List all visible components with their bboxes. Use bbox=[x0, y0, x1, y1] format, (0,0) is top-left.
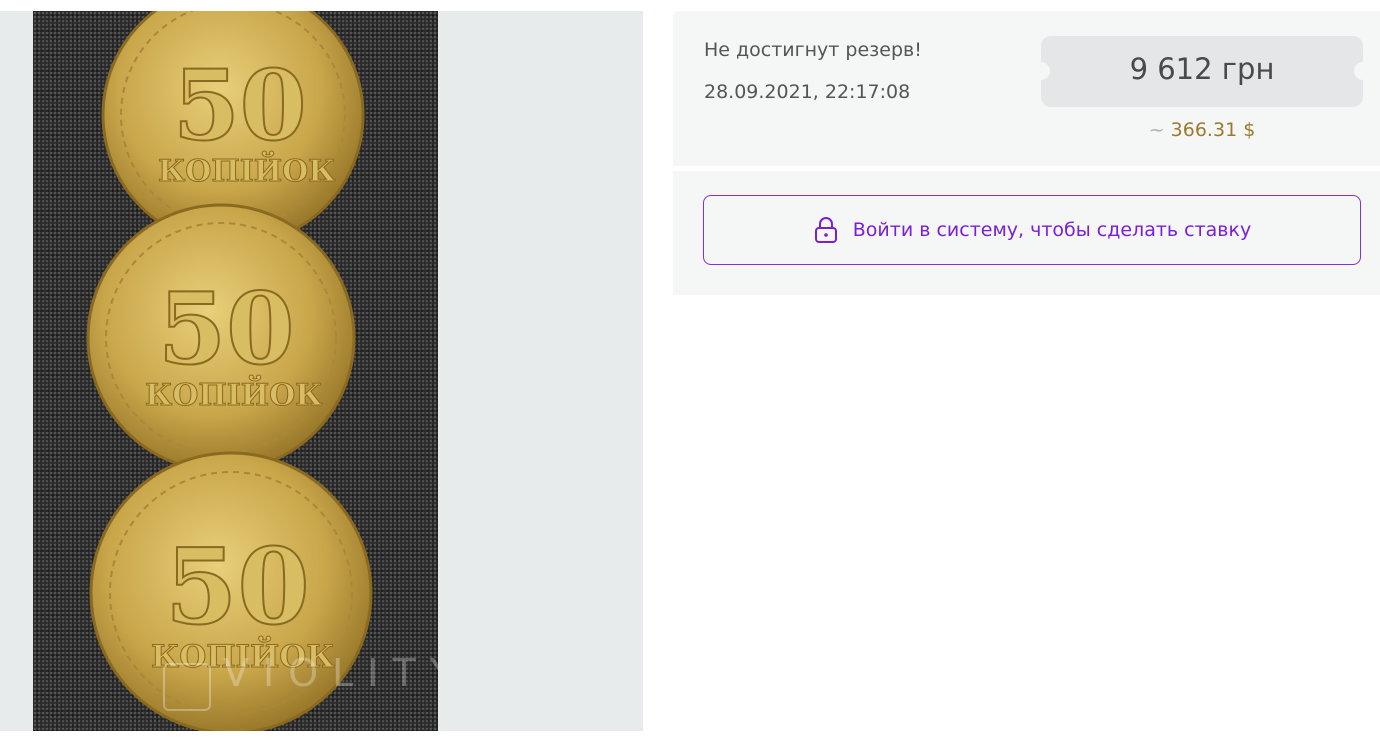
lock-icon bbox=[814, 217, 837, 243]
coin-2: 50 КОПІЙОК bbox=[86, 203, 356, 473]
current-price: 9 612 грн bbox=[1129, 52, 1275, 86]
auction-page: 50 КОПІЙОК 50 КОПІЙОК 50 КОПІЙОК VIOLIT … bbox=[0, 0, 1380, 741]
price-card: Не достигнут резерв! 28.09.2021, 22:17:0… bbox=[673, 11, 1380, 166]
watermark-logo-icon bbox=[163, 663, 211, 711]
coin-1-number: 50 bbox=[173, 49, 307, 162]
price-ticket: 9 612 грн bbox=[1032, 36, 1372, 107]
coin-2-number: 50 bbox=[158, 272, 294, 387]
login-to-bid-button[interactable]: Войти в систему, чтобы сделать ставку bbox=[703, 195, 1361, 265]
bid-action-card: Войти в систему, чтобы сделать ставку bbox=[673, 171, 1380, 295]
reserve-status: Не достигнут резерв! bbox=[704, 39, 922, 61]
coin-3-number: 50 bbox=[165, 525, 310, 648]
coin-1-word: КОПІЙОК bbox=[158, 151, 336, 189]
approx-sign: ~ bbox=[1148, 119, 1165, 141]
lot-photo[interactable]: 50 КОПІЙОК 50 КОПІЙОК 50 КОПІЙОК VIOLIT bbox=[33, 11, 438, 731]
login-button-label: Войти в систему, чтобы сделать ставку bbox=[852, 219, 1252, 241]
coins-illustration: 50 КОПІЙОК 50 КОПІЙОК 50 КОПІЙОК bbox=[86, 11, 373, 731]
coin-2-word: КОПІЙОК bbox=[145, 375, 323, 413]
usd-price: 366.31 $ bbox=[1170, 119, 1256, 141]
auction-timestamp: 28.09.2021, 22:17:08 bbox=[704, 81, 911, 103]
watermark: VIOLITY bbox=[223, 651, 438, 695]
image-gallery: 50 КОПІЙОК 50 КОПІЙОК 50 КОПІЙОК VIOLIT bbox=[0, 11, 643, 731]
usd-price-row: ~ 366.31 $ bbox=[1041, 119, 1363, 141]
